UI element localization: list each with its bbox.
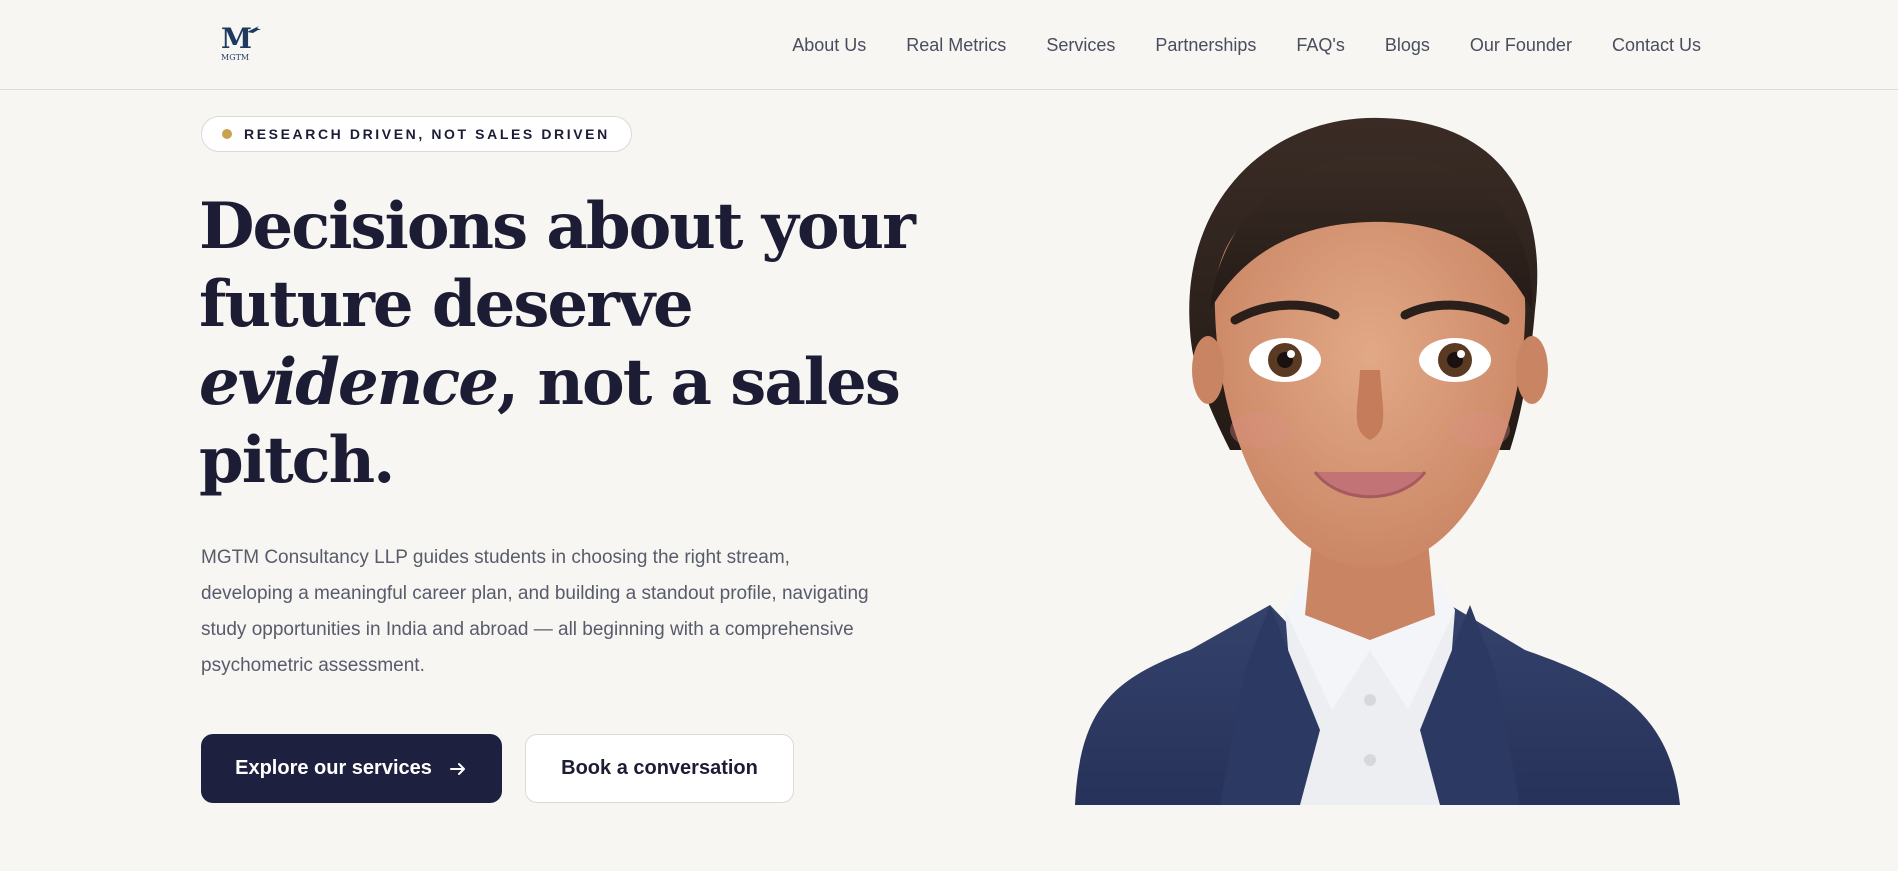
hero-badge: RESEARCH DRIVEN, NOT SALES DRIVEN bbox=[201, 116, 632, 152]
nav-about-us[interactable]: About Us bbox=[792, 35, 866, 56]
nav-contact-us[interactable]: Contact Us bbox=[1612, 35, 1701, 56]
headline-emphasis: evidence bbox=[199, 345, 499, 420]
nav-services[interactable]: Services bbox=[1046, 35, 1115, 56]
hero-headline: Decisions about your future deserve evid… bbox=[199, 188, 919, 500]
arrow-right-icon bbox=[449, 762, 465, 775]
nav-partnerships[interactable]: Partnerships bbox=[1155, 35, 1256, 56]
top-navigation: M MGTM About Us Real Metrics Services Pa… bbox=[0, 0, 1898, 90]
founder-portrait-illustration bbox=[1075, 117, 1680, 805]
founder-portrait bbox=[1070, 110, 1685, 805]
logo-mark: M MGTM bbox=[221, 22, 261, 62]
svg-text:MGTM: MGTM bbox=[221, 53, 249, 62]
hero-description: MGTM Consultancy LLP guides students in … bbox=[201, 547, 869, 676]
headline-part1: Decisions about your future deserve bbox=[199, 189, 916, 342]
brand-logo[interactable]: M MGTM bbox=[219, 22, 263, 64]
svg-text:M: M bbox=[221, 22, 252, 55]
nav-links: About Us Real Metrics Services Partnersh… bbox=[792, 0, 1701, 90]
book-conversation-label: Book a conversation bbox=[561, 757, 758, 779]
hero-badge-label: RESEARCH DRIVEN, NOT SALES DRIVEN bbox=[244, 126, 610, 142]
nav-blogs[interactable]: Blogs bbox=[1385, 35, 1430, 56]
explore-services-label: Explore our services bbox=[235, 757, 432, 779]
dot-icon bbox=[222, 129, 232, 139]
nav-our-founder[interactable]: Our Founder bbox=[1470, 35, 1572, 56]
book-conversation-button[interactable]: Book a conversation bbox=[525, 734, 794, 803]
nav-faqs[interactable]: FAQ's bbox=[1296, 35, 1344, 56]
nav-real-metrics[interactable]: Real Metrics bbox=[906, 35, 1006, 56]
explore-services-button[interactable]: Explore our services bbox=[201, 734, 502, 803]
